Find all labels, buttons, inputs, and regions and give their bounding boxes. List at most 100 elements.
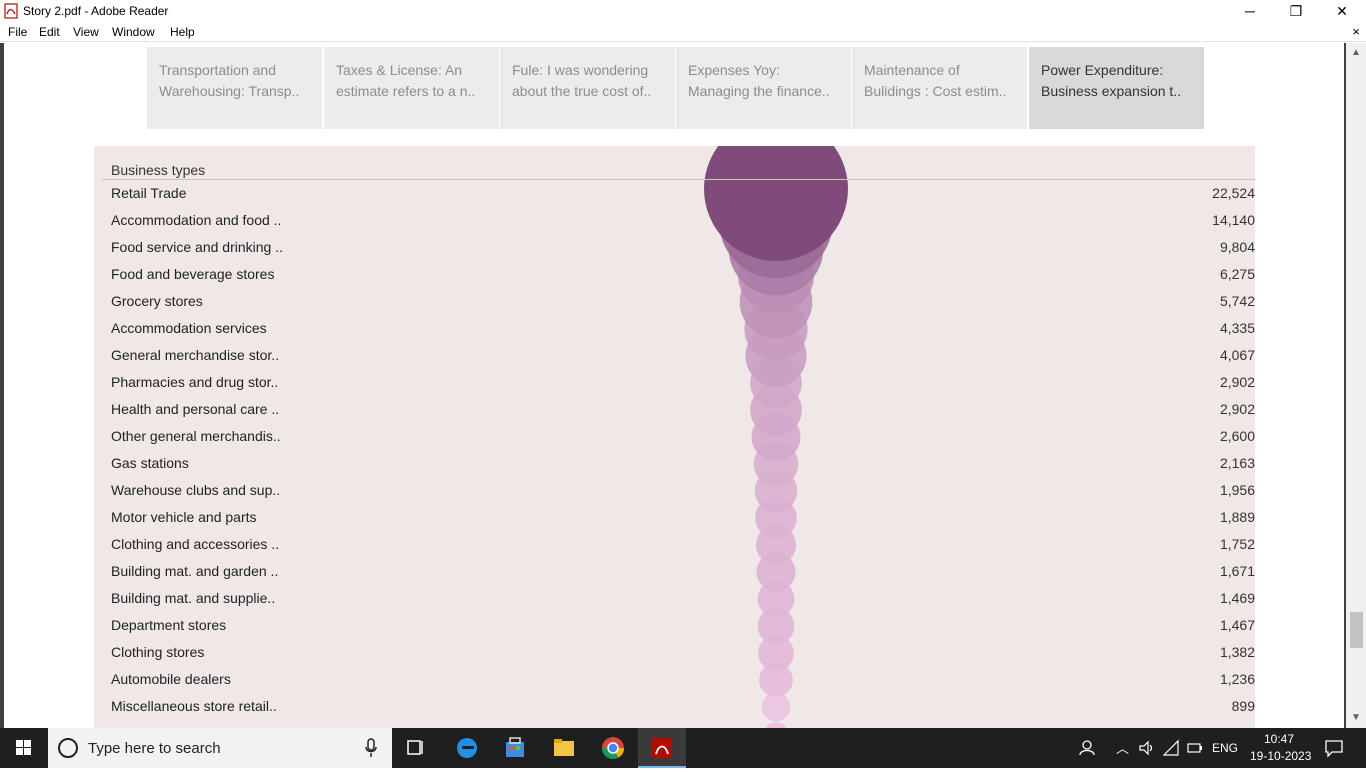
row-value: 14,140 xyxy=(1212,212,1255,228)
menu-bar: File Edit View Window Help × xyxy=(0,22,1366,42)
row-value: 9,804 xyxy=(1219,239,1255,255)
row-value: 1,752 xyxy=(1219,536,1255,552)
row-label: Retail Trade xyxy=(111,185,187,201)
story-tab-line2: Warehousing: Transp.. xyxy=(159,83,300,99)
row-value: 22,524 xyxy=(1212,185,1255,201)
row-value: 1,469 xyxy=(1219,590,1255,606)
task-view-icon[interactable] xyxy=(392,728,440,768)
row-label: Warehouse clubs and sup.. xyxy=(111,482,281,498)
row-label: Grocery stores xyxy=(111,293,203,309)
adobe-reader-taskbar-icon[interactable] xyxy=(638,728,686,768)
story-tab-line2: Managing the finance.. xyxy=(688,83,830,99)
file-explorer-icon[interactable] xyxy=(540,728,588,768)
row-label: General merchandise stor.. xyxy=(111,347,280,363)
row-label: Health and personal care .. xyxy=(111,401,280,417)
story-tab-line1: Taxes & License: An xyxy=(336,62,463,78)
volume-icon[interactable] xyxy=(1138,740,1156,756)
row-label: Food service and drinking .. xyxy=(111,239,283,255)
row-label: Accommodation services xyxy=(111,320,267,336)
clock-time[interactable]: 10:47 xyxy=(1264,732,1294,746)
row-label: Building mat. and garden .. xyxy=(111,563,279,579)
story-tab-maintenance[interactable]: Maintenance of Bulidings : Cost estim.. xyxy=(852,47,1027,129)
story-tab-fuel[interactable]: Fule: I was wondering about the true cos… xyxy=(500,47,675,129)
row-value: 5,742 xyxy=(1219,293,1255,309)
row-value: 1,236 xyxy=(1219,671,1255,687)
story-tab-line1: Transportation and xyxy=(159,62,276,78)
menu-window[interactable]: Window xyxy=(112,25,155,39)
microphone-icon[interactable] xyxy=(364,738,378,758)
story-tab-taxes[interactable]: Taxes & License: An estimate refers to a… xyxy=(324,47,499,129)
story-tab-transportation[interactable]: Transportation and Warehousing: Transp.. xyxy=(147,47,322,129)
row-label: Food and beverage stores xyxy=(111,266,275,282)
row-label: Automobile dealers xyxy=(111,671,231,687)
store-icon[interactable] xyxy=(491,728,539,768)
story-tab-line1: Fule: I was wondering xyxy=(512,62,649,78)
row-value: 2,902 xyxy=(1219,374,1255,390)
row-label: Other general merchandis.. xyxy=(111,428,281,444)
row-value: 6,275 xyxy=(1219,266,1255,282)
row-value: 4,067 xyxy=(1219,347,1255,363)
row-label: Miscellaneous store retail.. xyxy=(111,698,277,714)
chrome-icon[interactable] xyxy=(589,728,637,768)
clock-date[interactable]: 19-10-2023 xyxy=(1250,749,1311,763)
row-value: 2,600 xyxy=(1219,428,1255,444)
edge-browser-icon[interactable] xyxy=(443,728,491,768)
adobe-reader-icon xyxy=(4,3,18,19)
search-placeholder: Type here to search xyxy=(88,740,221,757)
row-label: Pharmacies and drug stor.. xyxy=(111,374,279,390)
story-tab-expenses[interactable]: Expenses Yoy: Managing the finance.. xyxy=(676,47,851,129)
scroll-down-arrow-icon[interactable]: ▼ xyxy=(1351,712,1361,723)
row-label: Building mat. and supplie.. xyxy=(111,590,276,606)
row-value: 1,889 xyxy=(1219,509,1255,525)
row-label: Gas stations xyxy=(111,455,189,471)
row-label: Motor vehicle and parts xyxy=(111,509,257,525)
row-value: 2,163 xyxy=(1219,455,1255,471)
menu-view[interactable]: View xyxy=(73,25,99,39)
story-tab-line2: Business expansion t.. xyxy=(1041,83,1182,99)
menu-help[interactable]: Help xyxy=(170,25,195,39)
row-value: 2,902 xyxy=(1219,401,1255,417)
scrollbar-thumb[interactable] xyxy=(1350,612,1363,648)
story-tab-power[interactable]: Power Expenditure: Business expansion t.… xyxy=(1029,47,1204,129)
cortana-icon xyxy=(58,738,78,758)
show-hidden-icons-chevron-icon[interactable]: ︿ xyxy=(1116,738,1129,757)
close-window-button[interactable]: ✕ xyxy=(1319,0,1365,22)
row-value: 899 xyxy=(1231,698,1255,714)
row-label: Clothing and accessories .. xyxy=(111,536,280,552)
row-value: 1,382 xyxy=(1219,644,1255,660)
story-tab-line1: Expenses Yoy: xyxy=(688,62,780,78)
taskbar: Type here to search ︿ ENG 10:47 19-10-20… xyxy=(0,728,1366,768)
maximize-button[interactable]: ❐ xyxy=(1273,0,1319,22)
bubble-mark[interactable] xyxy=(761,692,791,722)
menu-file[interactable]: File xyxy=(8,25,27,39)
row-value: 1,467 xyxy=(1219,617,1255,633)
row-label: Accommodation and food .. xyxy=(111,212,282,228)
close-document-button[interactable]: × xyxy=(1352,24,1360,39)
column-header: Business types xyxy=(111,162,206,178)
row-value: 4,335 xyxy=(1219,320,1255,336)
row-label: Clothing stores xyxy=(111,644,205,660)
window-title: Story 2.pdf - Adobe Reader xyxy=(23,4,169,18)
story-tab-line1: Maintenance of xyxy=(864,62,960,78)
story-tab-line2: Bulidings : Cost estim.. xyxy=(864,83,1007,99)
people-icon[interactable] xyxy=(1078,740,1096,756)
story-tab-line2: about the true cost of.. xyxy=(512,83,652,99)
story-tab-line1: Power Expenditure: xyxy=(1041,62,1164,78)
title-bar: Story 2.pdf - Adobe Reader ─ ❐ ✕ xyxy=(0,0,1366,22)
row-value: 1,671 xyxy=(1219,563,1255,579)
action-center-icon[interactable] xyxy=(1324,738,1344,758)
network-icon[interactable] xyxy=(1162,739,1180,757)
menu-edit[interactable]: Edit xyxy=(39,25,60,39)
header-divider xyxy=(102,179,1255,180)
bubble-chart-panel: Business types Retail Trade 22,524 Accommo… xyxy=(94,146,1255,728)
scroll-up-arrow-icon[interactable]: ▲ xyxy=(1351,47,1361,58)
taskbar-search[interactable]: Type here to search xyxy=(48,728,392,768)
row-value: 1,956 xyxy=(1219,482,1255,498)
story-tab-line2: estimate refers to a n.. xyxy=(336,83,476,99)
windows-logo-icon xyxy=(16,740,31,755)
input-language[interactable]: ENG xyxy=(1212,741,1238,755)
start-button[interactable] xyxy=(0,728,48,768)
battery-icon[interactable] xyxy=(1187,741,1203,755)
minimize-button[interactable]: ─ xyxy=(1227,0,1273,22)
row-label: Department stores xyxy=(111,617,227,633)
